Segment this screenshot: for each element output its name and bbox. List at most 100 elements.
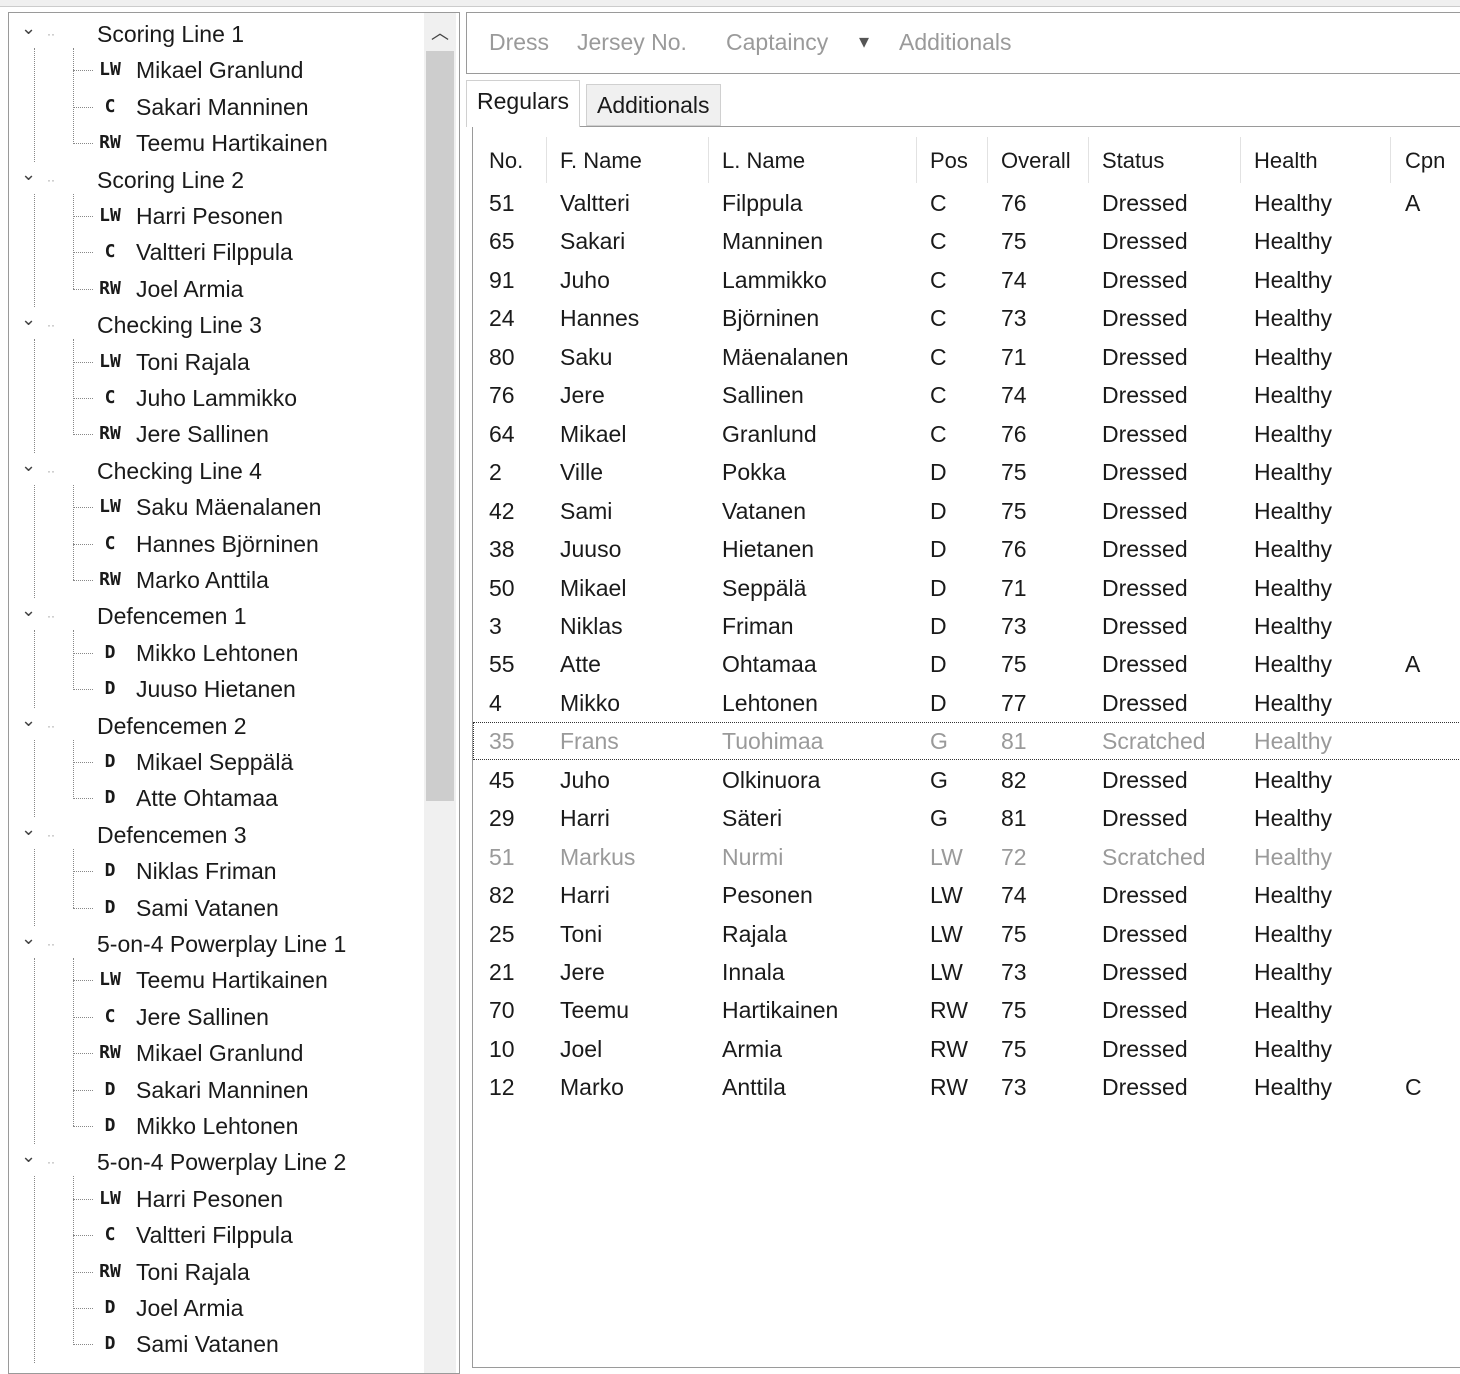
- dress-button[interactable]: Dress: [489, 29, 549, 56]
- tree-player[interactable]: D Atte Ohtamaa: [9, 780, 419, 816]
- chevron-down-icon[interactable]: ⌄: [21, 13, 36, 46]
- tree-player[interactable]: RW Mikael Granlund: [9, 1035, 419, 1071]
- tree-player[interactable]: C Jere Sallinen: [9, 999, 419, 1035]
- tree-player[interactable]: LW Harri Pesonen: [9, 198, 419, 234]
- tree-player[interactable]: LW Teemu Hartikainen: [9, 962, 419, 998]
- column-header-last-name[interactable]: L. Name: [722, 141, 805, 181]
- table-row[interactable]: 80 Saku Mäenalanen C 71 Dressed Healthy: [473, 338, 1460, 376]
- tree-player[interactable]: D Mikko Lehtonen: [9, 1108, 419, 1144]
- tree-group[interactable]: ⌄ ·· Scoring Line 2: [9, 162, 419, 198]
- tab-additionals[interactable]: Additionals: [586, 84, 721, 126]
- tree-group[interactable]: ⌄ ·· 5-on-4 Powerplay Line 2: [9, 1144, 419, 1180]
- tree-player[interactable]: D Sami Vatanen: [9, 1326, 419, 1362]
- scroll-thumb[interactable]: [426, 51, 454, 801]
- column-header-first-name[interactable]: F. Name: [560, 141, 642, 181]
- tree-player[interactable]: LW Saku Mäenalanen: [9, 489, 419, 525]
- table-row[interactable]: 70 Teemu Hartikainen RW 75 Dressed Healthy: [473, 991, 1460, 1029]
- group-label: Checking Line 3: [97, 312, 262, 339]
- table-row[interactable]: 10 Joel Armia RW 75 Dressed Healthy: [473, 1030, 1460, 1068]
- tree-player[interactable]: LW Toni Rajala: [9, 344, 419, 380]
- tree-player[interactable]: LW Harri Pesonen: [9, 1181, 419, 1217]
- tree-group[interactable]: ⌄ ·· Checking Line 4: [9, 453, 419, 489]
- tree-player[interactable]: C Sakari Manninen: [9, 89, 419, 125]
- tree-player[interactable]: C Juho Lammikko: [9, 380, 419, 416]
- table-row[interactable]: 4 Mikko Lehtonen D 77 Dressed Healthy: [473, 684, 1460, 722]
- tree-player[interactable]: D Juuso Hietanen: [9, 671, 419, 707]
- column-header-no[interactable]: No.: [489, 141, 523, 181]
- tree-scrollbar[interactable]: ︿: [424, 13, 456, 1373]
- tree-player[interactable]: D Niklas Friman: [9, 853, 419, 889]
- tree-player[interactable]: RW Teemu Hartikainen: [9, 125, 419, 161]
- table-row[interactable]: 64 Mikael Granlund C 76 Dressed Healthy: [473, 415, 1460, 453]
- captaincy-dropdown-icon[interactable]: ▾: [859, 29, 869, 54]
- table-row[interactable]: 21 Jere Innala LW 73 Dressed Healthy: [473, 953, 1460, 991]
- column-separator[interactable]: [1088, 137, 1089, 183]
- cell-cpn: C: [1405, 1074, 1422, 1101]
- tree-player[interactable]: RW Toni Rajala: [9, 1254, 419, 1290]
- cell-first-name: Marko: [560, 1074, 624, 1101]
- table-row[interactable]: 29 Harri Säteri G 81 Dressed Healthy: [473, 799, 1460, 837]
- chevron-down-icon[interactable]: ⌄: [21, 1138, 36, 1174]
- tree-group[interactable]: ⌄ ·· Checking Line 3: [9, 307, 419, 343]
- table-row[interactable]: 65 Sakari Manninen C 75 Dressed Healthy: [473, 222, 1460, 260]
- column-separator[interactable]: [987, 137, 988, 183]
- chevron-down-icon[interactable]: ⌄: [21, 811, 36, 847]
- jersey-no-button[interactable]: Jersey No.: [577, 29, 687, 56]
- tree-connector: [73, 739, 74, 799]
- tree-player[interactable]: D Sakari Manninen: [9, 1072, 419, 1108]
- tree-player[interactable]: D Mikael Seppälä: [9, 744, 419, 780]
- column-separator[interactable]: [1240, 137, 1241, 183]
- chevron-down-icon[interactable]: ⌄: [21, 920, 36, 956]
- table-row[interactable]: 38 Juuso Hietanen D 76 Dressed Healthy: [473, 530, 1460, 568]
- tab-regulars[interactable]: Regulars: [466, 80, 581, 127]
- table-row[interactable]: 35 Frans Tuohimaa G 81 Scratched Healthy: [473, 722, 1460, 761]
- table-row[interactable]: 82 Harri Pesonen LW 74 Dressed Healthy: [473, 876, 1460, 914]
- additionals-button[interactable]: Additionals: [899, 29, 1012, 56]
- table-row[interactable]: 12 Marko Anttila RW 73 Dressed Healthy C: [473, 1068, 1460, 1106]
- column-separator[interactable]: [1390, 137, 1391, 183]
- tree-player[interactable]: RW Joel Armia: [9, 271, 419, 307]
- tree-group[interactable]: ⌄ ·· Scoring Line 1: [9, 16, 419, 52]
- table-row[interactable]: 76 Jere Sallinen C 74 Dressed Healthy: [473, 376, 1460, 414]
- table-row[interactable]: 42 Sami Vatanen D 75 Dressed Healthy: [473, 492, 1460, 530]
- table-row[interactable]: 25 Toni Rajala LW 75 Dressed Healthy: [473, 915, 1460, 953]
- column-separator[interactable]: [708, 137, 709, 183]
- tree-player[interactable]: D Sami Vatanen: [9, 890, 419, 926]
- column-header-health[interactable]: Health: [1254, 141, 1318, 181]
- tree-player[interactable]: D Joel Armia: [9, 1290, 419, 1326]
- tree-player[interactable]: RW Marko Anttila: [9, 562, 419, 598]
- tree-group[interactable]: ⌄ ·· Defencemen 2: [9, 708, 419, 744]
- column-header-status[interactable]: Status: [1102, 141, 1164, 181]
- tree-group[interactable]: ⌄ ·· Defencemen 3: [9, 817, 419, 853]
- tree-player[interactable]: C Valtteri Filppula: [9, 234, 419, 270]
- scroll-up-icon[interactable]: ︿: [424, 19, 456, 45]
- chevron-down-icon[interactable]: ⌄: [21, 156, 36, 192]
- captaincy-button[interactable]: Captaincy: [726, 29, 828, 56]
- column-header-overall[interactable]: Overall: [1001, 141, 1071, 181]
- chevron-down-icon[interactable]: ⌄: [21, 702, 36, 738]
- column-header-pos[interactable]: Pos: [930, 141, 968, 181]
- table-row[interactable]: 3 Niklas Friman D 73 Dressed Healthy: [473, 607, 1460, 645]
- tree-player[interactable]: C Hannes Björninen: [9, 526, 419, 562]
- column-separator[interactable]: [916, 137, 917, 183]
- tree-player[interactable]: LW Mikael Granlund: [9, 52, 419, 88]
- table-row[interactable]: 45 Juho Olkinuora G 82 Dressed Healthy: [473, 761, 1460, 799]
- table-row[interactable]: 91 Juho Lammikko C 74 Dressed Healthy: [473, 261, 1460, 299]
- table-row[interactable]: 50 Mikael Seppälä D 71 Dressed Healthy: [473, 569, 1460, 607]
- column-header-cpn[interactable]: Cpn: [1405, 141, 1445, 181]
- tree-player[interactable]: C Valtteri Filppula: [9, 1217, 419, 1253]
- chevron-down-icon[interactable]: ⌄: [21, 592, 36, 628]
- table-row[interactable]: 51 Valtteri Filppula C 76 Dressed Healthy A: [473, 184, 1460, 222]
- table-row[interactable]: 55 Atte Ohtamaa D 75 Dressed Healthy A: [473, 645, 1460, 683]
- tree-player[interactable]: D Mikko Lehtonen: [9, 635, 419, 671]
- table-row[interactable]: 51 Markus Nurmi LW 72 Scratched Healthy: [473, 838, 1460, 876]
- chevron-down-icon[interactable]: ⌄: [21, 447, 36, 483]
- column-separator[interactable]: [546, 137, 547, 183]
- tree-group[interactable]: ⌄ ·· 5-on-4 Powerplay Line 1: [9, 926, 419, 962]
- table-row[interactable]: 2 Ville Pokka D 75 Dressed Healthy: [473, 453, 1460, 491]
- tree-player[interactable]: RW Jere Sallinen: [9, 416, 419, 452]
- chevron-down-icon[interactable]: ⌄: [21, 301, 36, 337]
- tree-group[interactable]: ⌄ ·· Defencemen 1: [9, 598, 419, 634]
- table-row[interactable]: 24 Hannes Björninen C 73 Dressed Healthy: [473, 299, 1460, 337]
- lines-tree[interactable]: ︿ ⌄ ·· Scoring Line 1 LW Mikael Granlund C Sak…: [8, 12, 460, 1374]
